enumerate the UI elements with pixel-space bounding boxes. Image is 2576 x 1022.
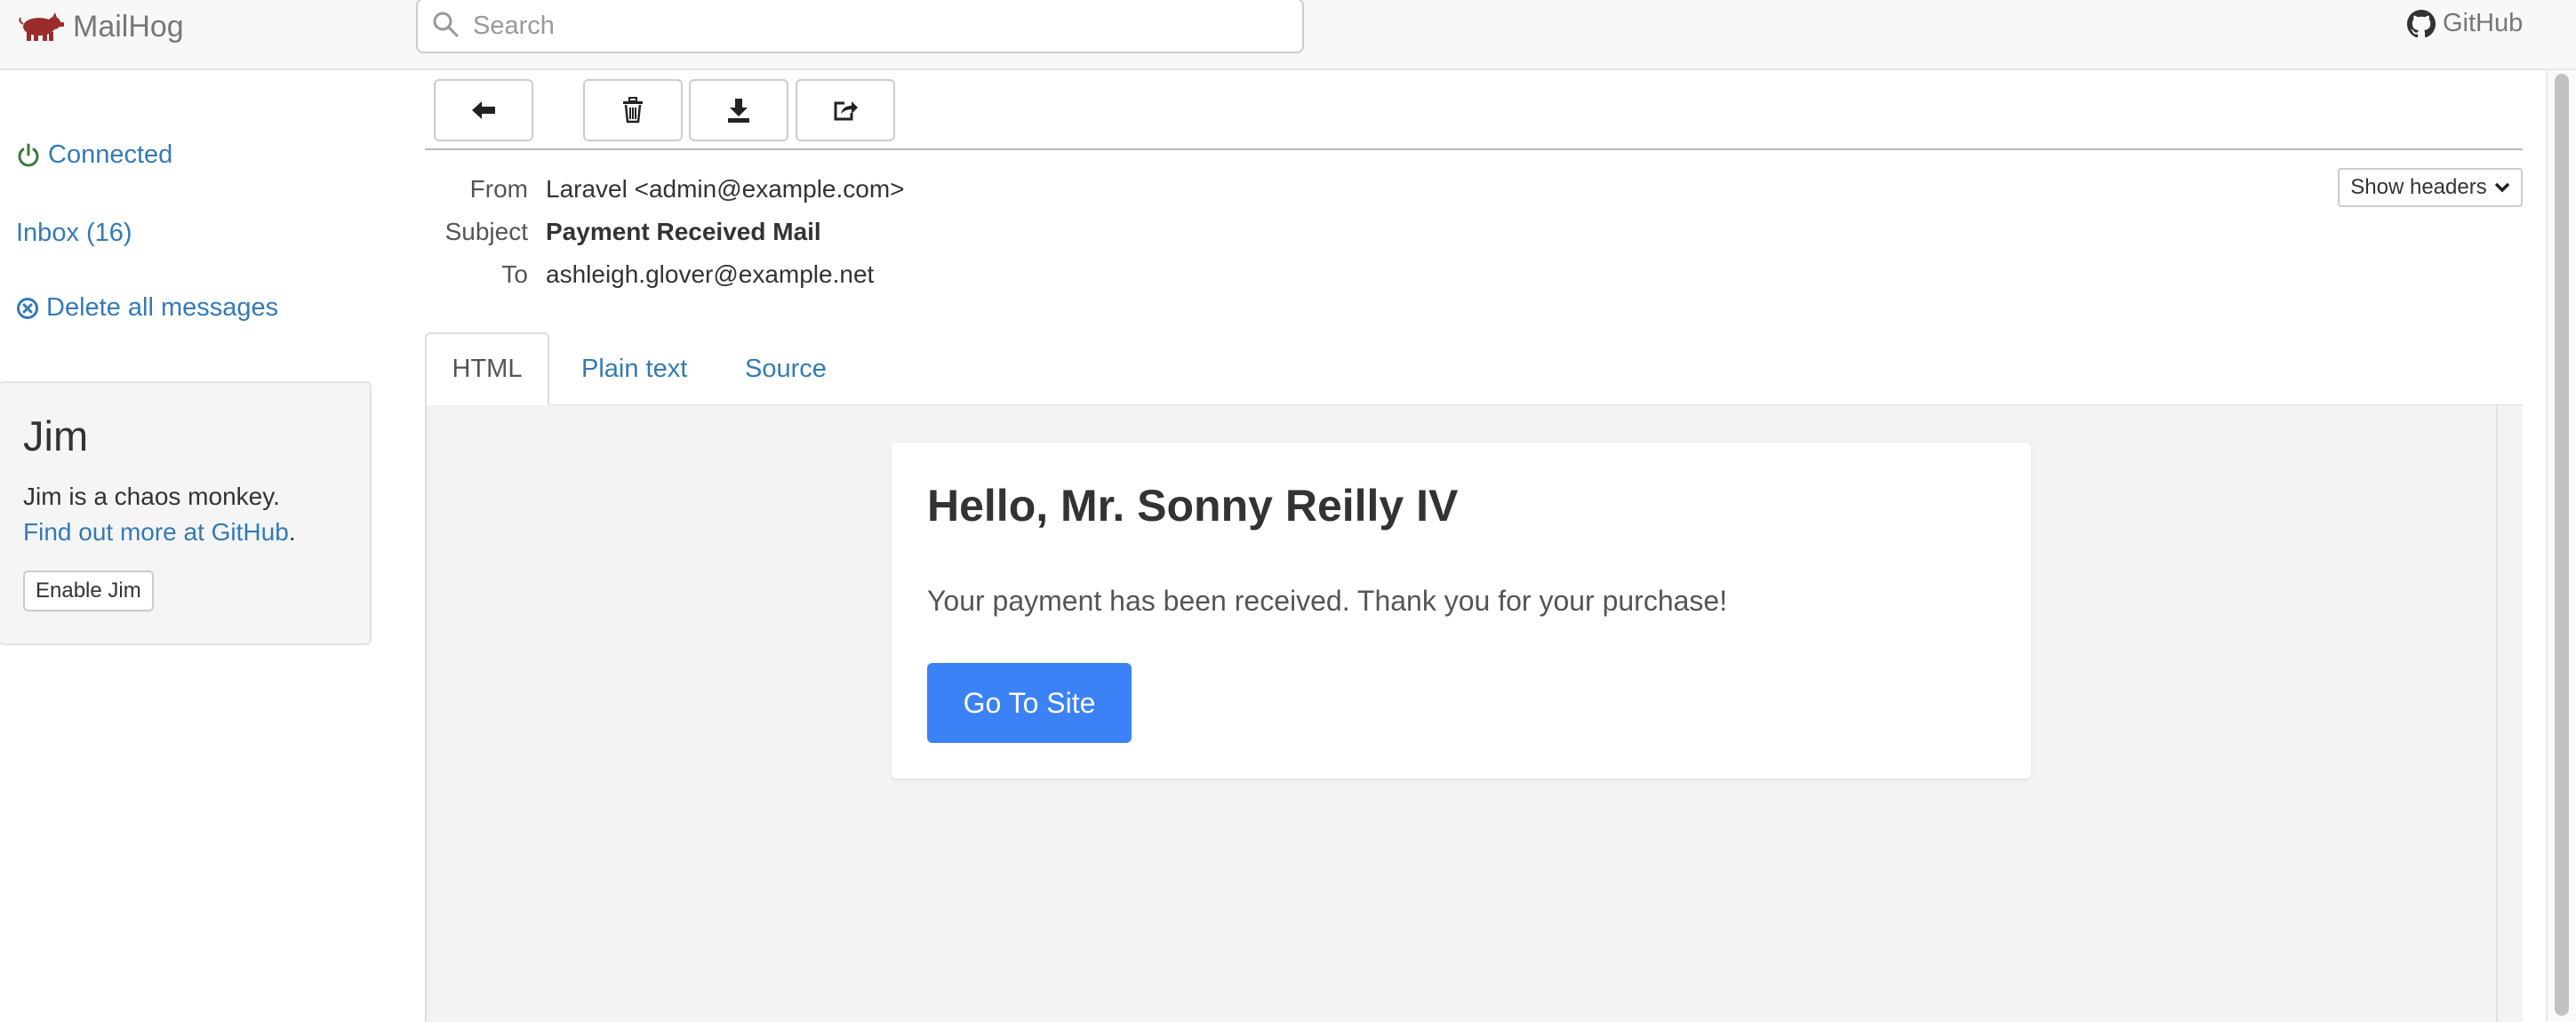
trash-icon [623,97,643,124]
go-to-site-button[interactable]: Go To Site [927,663,1132,743]
share-icon [834,101,858,121]
sidebar-item-inbox[interactable]: Inbox (16) [16,219,132,248]
jim-more-line: Find out more at GitHub. [23,518,296,547]
release-message-button[interactable] [796,79,895,141]
email-greeting: Hello, Mr. Sonny Reilly IV [927,481,1459,531]
download-icon [728,99,749,123]
github-link[interactable]: GitHub [2407,9,2523,38]
show-headers-button[interactable]: Show headers [2338,168,2523,207]
github-icon [2407,9,2436,37]
arrow-left-icon [472,101,495,119]
search-input[interactable] [471,7,1275,44]
show-headers-label: Show headers [2350,175,2487,199]
delete-message-button[interactable] [583,79,683,141]
tab-html[interactable]: HTML [425,332,549,406]
tab-plain-text[interactable]: Plain text [581,332,687,405]
power-icon [18,143,39,166]
jim-title: Jim [23,412,89,459]
brand-name: MailHog [73,9,184,44]
connected-label: Connected [48,140,173,169]
chevron-down-icon [2494,182,2509,193]
preview-scrollbar[interactable] [2496,405,2523,1022]
toolbar-divider [425,148,2523,150]
page-scrollbar-thumb[interactable] [2555,74,2569,1016]
jim-github-link[interactable]: Find out more at GitHub [23,518,289,546]
subject-label: Subject [444,218,528,245]
back-button[interactable] [434,79,533,141]
delete-all-label: Delete all messages [46,293,279,322]
search-box[interactable] [416,0,1304,53]
jim-more-period: . [288,518,296,546]
from-label: From [469,175,528,203]
to-label: To [501,260,528,288]
subject-value: Payment Received Mail [546,218,821,245]
pig-logo-icon [19,12,64,41]
page-scrollbar[interactable] [2546,70,2576,1022]
email-body: Your payment has been received. Thank yo… [927,585,1728,617]
to-value: ashleigh.glover@example.net [546,260,875,288]
search-icon [433,12,459,37]
download-message-button[interactable] [689,79,788,141]
jim-description: Jim is a chaos monkey. [23,483,280,510]
circle-x-icon [17,297,38,319]
connection-status: Connected [16,140,172,170]
tab-source[interactable]: Source [745,332,827,405]
email-card: Hello, Mr. Sonny Reilly IV Your payment … [892,443,2031,778]
github-label: GitHub [2443,9,2524,37]
enable-jim-button[interactable]: Enable Jim [23,571,154,611]
top-navbar: MailHog GitHub [0,0,2576,70]
from-value: Laravel <admin@example.com> [546,175,905,203]
delete-all-messages-link[interactable]: Delete all messages [16,293,278,323]
jim-panel: Jim Jim is a chaos monkey. Find out more… [0,381,372,645]
brand-link[interactable]: MailHog [18,7,184,46]
